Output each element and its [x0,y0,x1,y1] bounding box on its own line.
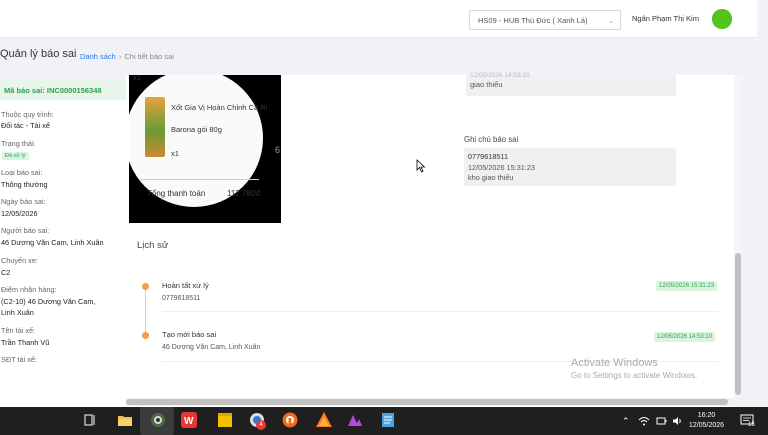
breadcrumb: Danh sách › Chi tiết báo sai [80,52,174,61]
history-item-title: Tạo mới báo sai [162,330,217,339]
driver-name-label: Tên tài xế: [1,326,36,335]
breadcrumb-separator-icon: › [118,52,122,61]
process-label: Thuộc quy trình: [1,110,54,119]
trip-label: Chuyến xe: [1,256,38,265]
notification-count: 15 [748,422,755,428]
report-type-label: Loại báo sai: [1,168,43,177]
vertical-scrollbar-thumb[interactable] [735,253,741,395]
history-item-title: Hoàn tất xử lý [162,281,209,290]
brave-icon[interactable] [281,411,299,429]
watermark-subtitle: Go to Settings to activate Windows. [571,371,698,380]
image-total-label: Tổng thanh toán [147,189,206,198]
clock-date: 12/05/2026 [689,422,725,429]
chevron-down-icon: ⌄ [608,18,614,25]
history-title: Lịch sử [137,240,169,251]
status-badge: Đã xử lý [2,152,29,160]
tray-chevron-up-icon[interactable]: ⌃ [622,416,630,427]
report-note-time: 12/05/2026 15:31:23 [468,162,535,172]
image-side-number: 6 [275,145,281,155]
history-item-time: 12/05/2026 15:31:23 [656,281,718,291]
timeline-dot [142,283,149,290]
image-qty: x1 [171,149,179,158]
report-note-title: Ghi chú báo sai [464,135,519,144]
camera-icon[interactable] [149,411,167,429]
mouse-cursor-icon [416,159,426,173]
report-note: 0779618511 12/05/2026 15:31:23 kho giao … [464,148,676,186]
driver-phone-label: SĐT tài xế: [1,355,37,364]
chat-unread-badge: 4 [256,420,266,430]
taskbar-clock[interactable]: 16:20 12/05/2026 [689,411,724,431]
horizontal-scrollbar[interactable] [126,398,734,406]
wifi-icon[interactable] [638,416,650,426]
process-value: Đối tác - Tài xế [1,121,50,130]
status-label: Trạng thái: [1,139,36,148]
volume-icon[interactable] [672,416,683,426]
file-explorer-icon[interactable] [116,411,134,429]
online-status-dot [712,9,732,29]
hub-select-value: HS09 - HUB Thủ Đức ( Xanh Lá) [478,16,588,25]
wps-office-icon[interactable]: W [180,411,198,429]
breadcrumb-current: Chi tiết báo sai [124,52,174,61]
page-title: Quản lý báo sai [0,48,77,60]
sticky-notes-icon[interactable] [216,411,234,429]
horizontal-scrollbar-thumb[interactable] [126,399,728,405]
notepad-icon[interactable] [379,411,397,429]
previous-note-text: giao thiếu [470,80,503,89]
hub-select[interactable]: HS09 - HUB Thủ Đức ( Xanh Lá) ⌄ [469,10,621,30]
windows-taskbar: W 4 ⌃ 16:20 12/05/2026 15 [0,407,768,435]
clock-time: 16:20 [697,412,716,419]
firefox-icon[interactable] [315,411,333,429]
user-name[interactable]: Ngân Phạm Thị Kim [632,14,699,23]
timeline-dot [142,332,149,339]
vertical-scrollbar[interactable] [734,75,742,397]
history-divider [162,311,719,312]
image-qty-top: x1 [133,75,141,82]
report-note-phone: 0779618511 [468,152,509,161]
pickup-point-value: (C2-10) 46 Dương Văn Cam, [1,297,96,306]
report-info-panel: Mã báo sai: INC0000156348 Thuộc quy trìn… [0,80,126,407]
battery-plug-icon[interactable] [656,416,667,426]
report-type-value: Thông thường [1,180,48,189]
activate-windows-watermark: Activate Windows Go to Settings to activ… [571,357,697,380]
product-package-icon [145,97,165,157]
report-date-label: Ngày báo sai: [1,197,46,206]
affinity-icon[interactable] [346,411,364,429]
image-total-value: 112.780đ [227,189,260,198]
pickup-point-value-line2: Linh Xuân [1,308,34,317]
report-date-value: 12/05/2026 [1,209,38,218]
driver-name-value: Trần Thanh Vũ [1,338,50,347]
report-code: Mã báo sai: INC0000156348 [0,80,126,100]
breadcrumb-list-link[interactable]: Danh sách [80,52,116,61]
image-product-variant: Barona gói 80g [171,125,222,134]
image-product-name: Xốt Gia Vị Hoàn Chỉnh Cà Ri [171,103,268,112]
timeline-line [145,286,146,338]
watermark-title: Activate Windows [571,357,658,369]
image-divider [139,179,259,180]
history-item-sub: 46 Dương Văn Cam, Linh Xuân [162,344,261,351]
pickup-point-label: Điểm nhận hàng: [1,285,57,294]
previous-note-time: 12/05/2026 14:53:10 [470,72,530,79]
report-note-text: kho giao thiếu [468,173,514,182]
task-view-icon[interactable] [81,411,99,429]
svg-text:W: W [184,416,194,427]
evidence-image[interactable]: x1 Xốt Gia Vị Hoàn Chỉnh Cà Ri Barona gó… [129,75,281,223]
reporter-value: 46 Dương Văn Cam, Linh Xuân [1,238,104,247]
history-item-time: 12/05/2026 14:53:10 [654,332,716,342]
top-header: HS09 - HUB Thủ Đức ( Xanh Lá) ⌄ Ngân Phạ… [0,0,757,38]
reporter-label: Người báo sai: [1,226,50,235]
history-item-sub: 0779618511 [162,295,201,302]
trip-value: C2 [1,268,11,277]
previous-note: 12/05/2026 14:53:10 giao thiếu [466,72,676,96]
